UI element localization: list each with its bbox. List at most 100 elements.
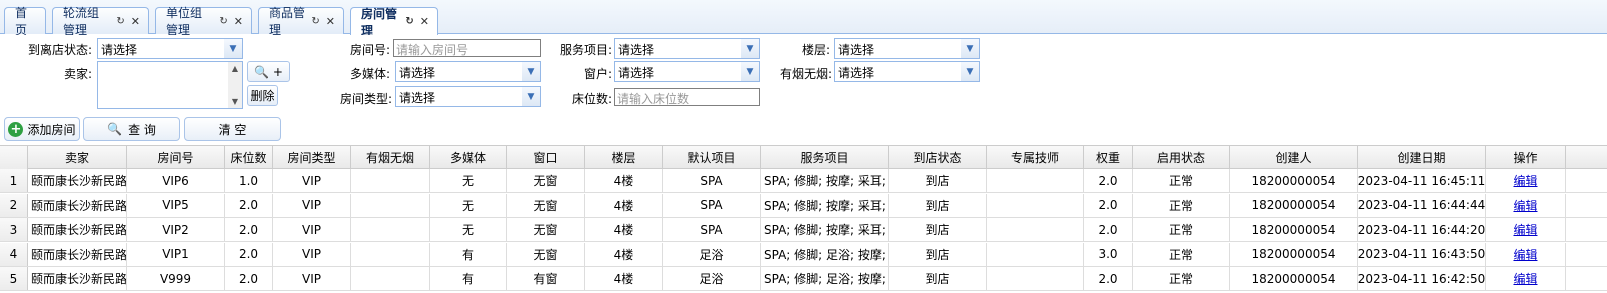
table-cell: 4楼 <box>585 193 663 217</box>
clear-button[interactable]: 清 空 <box>184 117 281 141</box>
table-cell: 颐而康长沙新民路 <box>28 218 127 241</box>
seller-textarea[interactable]: ▲ ▼ <box>97 61 243 109</box>
column-header[interactable]: 房间类型 <box>273 146 351 169</box>
scroll-down-icon[interactable]: ▼ <box>232 97 238 106</box>
close-icon[interactable]: ✕ <box>234 15 243 28</box>
table-cell: 2.0 <box>225 193 273 217</box>
scroll-up-icon[interactable]: ▲ <box>232 64 238 73</box>
edit-link[interactable]: 编辑 <box>1513 197 1537 214</box>
multimedia-label: 多媒体: <box>349 67 390 81</box>
column-header[interactable]: 到店状态 <box>889 146 987 169</box>
service-select[interactable]: 请选择 ▼ <box>614 38 760 59</box>
edit-link[interactable]: 编辑 <box>1513 172 1537 189</box>
column-header[interactable]: 创建人 <box>1230 146 1358 169</box>
table-cell: 18200000054 <box>1230 218 1358 241</box>
edit-link[interactable]: 编辑 <box>1513 246 1537 263</box>
column-header[interactable]: 启用状态 <box>1133 146 1230 169</box>
tab-unit-group[interactable]: 单位组管理 ↻ ✕ <box>155 6 252 37</box>
column-header[interactable]: 窗口 <box>507 146 585 169</box>
table-row[interactable]: 5 颐而康长沙新民路 V999 2.0 VIP 有有窗 4楼 足浴 SPA; 修脚; 足浴; 按… <box>0 267 1607 291</box>
edit-link[interactable]: 编辑 <box>1513 221 1537 238</box>
column-header[interactable]: 有烟无烟 <box>351 146 430 169</box>
table-cell: 3.0 <box>1084 242 1133 266</box>
close-icon[interactable]: ✕ <box>131 15 140 28</box>
close-icon[interactable]: ✕ <box>326 15 335 28</box>
button-label: 查 询 <box>128 122 156 137</box>
column-header[interactable]: 楼层 <box>585 146 663 169</box>
table-cell: 2023-04-11 16:42:50 <box>1358 267 1486 290</box>
room-no-input[interactable]: 请输入房间号 <box>393 39 541 57</box>
column-header[interactable]: 房间号 <box>127 146 225 169</box>
arrive-status-select[interactable]: 请选择 ▼ <box>97 38 243 59</box>
window-select[interactable]: 请选择 ▼ <box>614 61 760 82</box>
table-cell: SPA; 修脚; 足浴; 按摩; 采 <box>761 242 889 266</box>
close-icon[interactable]: ✕ <box>420 15 429 28</box>
chevron-down-icon[interactable]: ▼ <box>522 87 540 106</box>
table-cell: 正常 <box>1133 218 1230 241</box>
select-value: 请选择 <box>399 66 436 80</box>
table-row[interactable]: 2 颐而康长沙新民路 VIP5 2.0 VIP 无无窗 4楼 SPA SPA; 修脚; 按摩; … <box>0 193 1607 218</box>
table-cell: 2023-04-11 16:44:44 <box>1358 193 1486 217</box>
table-row[interactable]: 3 颐而康长沙新民路 VIP2 2.0 VIP 无无窗 4楼 SPA SPA; 修脚; 按摩; … <box>0 218 1607 242</box>
table-cell: 2023-04-11 16:44:20 <box>1358 218 1486 241</box>
table-cell: 到店 <box>889 267 987 290</box>
table-cell: 2.0 <box>225 242 273 266</box>
refresh-icon[interactable]: ↻ <box>116 16 124 27</box>
seller-delete-button[interactable]: 删除 <box>247 85 278 106</box>
tab-products[interactable]: 商品管理 ↻ ✕ <box>258 6 344 37</box>
seller-search-button[interactable]: 🔍 + <box>247 61 290 82</box>
refresh-icon[interactable]: ↻ <box>219 16 227 27</box>
chevron-down-icon[interactable]: ▼ <box>522 62 540 81</box>
floor-select[interactable]: 请选择 ▼ <box>834 38 980 59</box>
table-cell: 无窗 <box>507 218 585 241</box>
select-value: 请选择 <box>838 66 875 80</box>
action-cell: 编辑 <box>1486 193 1566 217</box>
chevron-down-icon[interactable]: ▼ <box>961 39 979 58</box>
table-cell: 到店 <box>889 242 987 266</box>
column-header[interactable]: 卖家 <box>28 146 127 169</box>
table-cell: 1.0 <box>225 169 273 192</box>
add-room-button[interactable]: + 添加房间 <box>4 117 80 141</box>
table-cell: 4楼 <box>585 267 663 290</box>
chevron-down-icon[interactable]: ▼ <box>741 39 759 58</box>
chevron-down-icon[interactable]: ▼ <box>741 62 759 81</box>
column-header[interactable]: 权重 <box>1084 146 1133 169</box>
column-header[interactable]: 多媒体 <box>430 146 507 169</box>
edit-link[interactable]: 编辑 <box>1513 270 1537 287</box>
button-label: 添加房间 <box>27 122 76 137</box>
room-type-select[interactable]: 请选择 ▼ <box>395 86 541 107</box>
service-label: 服务项目: <box>559 43 612 57</box>
smoking-select[interactable]: 请选择 ▼ <box>834 61 980 82</box>
table-cell: 颐而康长沙新民路 <box>28 267 127 290</box>
bed-count-input[interactable]: 请输入床位数 <box>614 88 760 106</box>
table-cell: 2.0 <box>225 267 273 290</box>
chevron-down-icon[interactable]: ▼ <box>224 39 242 58</box>
column-header[interactable]: 默认项目 <box>663 146 761 169</box>
scrollbar[interactable]: ▲ ▼ <box>228 62 242 108</box>
tab-home[interactable]: 首页 <box>4 6 46 37</box>
tab-rooms[interactable]: 房间管理 ↻ ✕ <box>350 7 438 38</box>
refresh-icon[interactable]: ↻ <box>311 16 319 27</box>
table-row[interactable]: 1 颐而康长沙新民路 VIP6 1.0 VIP 无无窗 4楼 SPA SPA; 修脚; 按摩; … <box>0 169 1607 193</box>
column-header[interactable]: 专属技师 <box>987 146 1084 169</box>
table-cell: 无窗 <box>507 242 585 266</box>
row-number: 4 <box>0 242 28 266</box>
table-cell: VIP <box>273 193 351 217</box>
column-header[interactable]: 床位数 <box>225 146 273 169</box>
seller-label: 卖家: <box>63 67 92 81</box>
chevron-down-icon[interactable]: ▼ <box>961 62 979 81</box>
column-header[interactable]: 操作 <box>1486 146 1566 169</box>
column-header[interactable]: 服务项目 <box>761 146 889 169</box>
multimedia-select[interactable]: 请选择 ▼ <box>395 61 541 82</box>
table-cell: 无 <box>430 169 507 192</box>
table-row[interactable]: 4 颐而康长沙新民路 VIP1 2.0 VIP 有无窗 4楼 足浴 SPA; 修脚; 足浴; 按… <box>0 242 1607 267</box>
refresh-icon[interactable]: ↻ <box>405 16 413 27</box>
table-cell: 2.0 <box>1084 267 1133 290</box>
column-header[interactable]: 创建日期 <box>1358 146 1486 169</box>
tab-rotation-group[interactable]: 轮流组管理 ↻ ✕ <box>52 6 149 37</box>
table-cell: 足浴 <box>663 267 761 290</box>
toolbar: + 添加房间 🔍 查 询 清 空 <box>0 114 1607 144</box>
row-number: 1 <box>0 169 28 192</box>
table-cell: 2023-04-11 16:43:50 <box>1358 242 1486 266</box>
query-button[interactable]: 🔍 查 询 <box>83 117 180 141</box>
